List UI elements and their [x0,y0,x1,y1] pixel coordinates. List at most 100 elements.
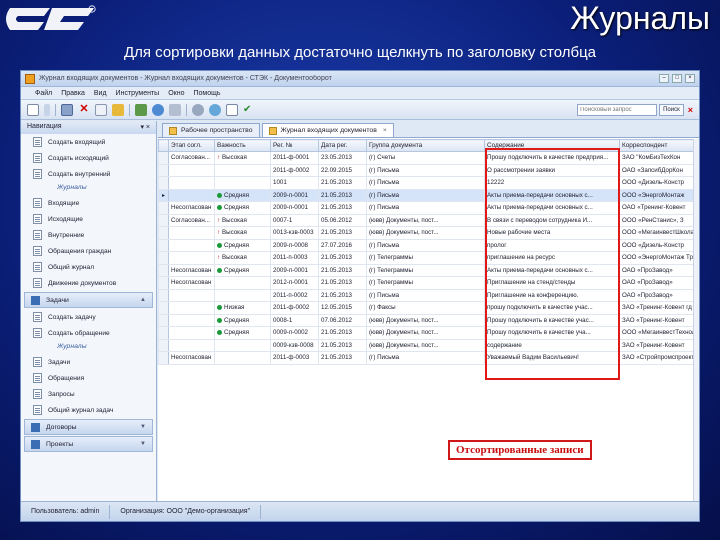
table-row[interactable]: Средняя 0008-1 07.06.2012 (ювв) Документы, … [158,313,699,327]
column-header-importance[interactable]: Важность [214,139,271,152]
table-cell: 2011-п-0003 [270,251,319,265]
save-icon[interactable] [61,103,73,116]
menu-edit[interactable]: Правка [61,90,85,97]
row-indicator[interactable] [158,313,169,327]
nav-section-projects[interactable]: Проекты ▼ [24,436,153,452]
column-header-content[interactable]: Содержание [484,139,620,152]
table-row[interactable]: ↑ Высокая 0013-кзв-0003 21.05.2013 (ювв) Док… [158,226,699,240]
row-indicator[interactable]: ▸ [158,188,169,202]
table-cell: содержание [484,338,620,352]
table-row[interactable]: Несогласован Средняя 2009-п-0001 21.05.2013… [158,263,699,277]
nav-create-appeal[interactable]: Создать обращение [21,325,156,341]
nav-general-task-journal[interactable]: Общий журнал задач [21,402,156,418]
table-row[interactable]: 2011-ф-0002 22.09.2015 (г) Письма О рассмот… [158,163,699,177]
row-indicator[interactable] [158,351,169,365]
delete-icon[interactable]: ✕ [78,103,90,116]
table-cell: 1001 [270,176,319,190]
row-indicator[interactable] [158,338,169,352]
tab-workspace[interactable]: Рабочее пространство [162,123,260,137]
document-icon[interactable] [226,103,238,116]
menu-view[interactable]: Вид [94,90,107,97]
search-input[interactable] [577,103,658,116]
row-indicator[interactable] [158,263,169,277]
table-row[interactable]: Согласован... ↑ Высокая 2011-ф-0001 23.05.20… [158,151,699,165]
table-cell: 21.05.2013 [318,351,367,365]
minimize-button[interactable]: – [659,74,669,83]
refresh-icon[interactable] [152,103,164,116]
nav-group-journals: Журналы [57,184,87,191]
table-row[interactable]: ▸ Средняя 2009-п-0001 21.05.2013 (г) Письма А… [158,188,699,202]
row-indicator[interactable] [158,288,169,302]
table-row[interactable]: Средняя 2009-п-0008 27.07.2016 (г) Письма пр… [158,238,699,252]
search-button[interactable]: Поиск [659,103,684,116]
table-row[interactable]: Несогласован 2012-п-0001 21.05.2013 (г) Тел… [158,276,699,290]
row-indicator[interactable] [158,151,169,165]
vertical-scrollbar[interactable] [693,139,699,503]
table-row[interactable]: Несогласован Средняя 2009-п-0001 21.05.2013… [158,201,699,215]
approve-icon[interactable]: ✔ [243,104,255,116]
row-indicator[interactable] [158,213,169,227]
table-row[interactable]: 0009-кзв-0008 21.05.2013 (ювв) Документы, … [158,338,699,352]
close-journal-icon[interactable]: × [688,105,693,115]
row-indicator[interactable] [158,176,169,190]
menu-tools[interactable]: Инструменты [116,90,160,97]
dropdown-arrow-icon[interactable] [44,103,50,116]
nav-section-contracts[interactable]: Договоры ▼ [24,419,153,435]
nav-journal-appeals[interactable]: Обращения граждан [21,243,156,259]
menu-file[interactable]: Файл [35,90,52,97]
nav-journal-incoming[interactable]: Входящие [21,195,156,211]
nav-journal-internal[interactable]: Внутренние [21,227,156,243]
column-header-doc-group[interactable]: Группа документа [366,139,485,152]
table-row[interactable]: ↑ Высокая 2011-п-0003 21.05.2013 (г) Телегра… [158,251,699,265]
column-header-correspondent[interactable]: Корреспондент [619,139,699,152]
row-indicator[interactable] [158,163,169,177]
nav-pin-controls[interactable]: ▾ × [140,123,150,132]
nav-create-incoming[interactable]: Создать входящий [21,134,156,150]
row-indicator[interactable] [158,251,169,265]
tab-incoming-journal[interactable]: Журнал входящих документов × [261,123,394,137]
table-cell: (г) Письма [366,163,485,177]
row-indicator[interactable] [158,326,169,340]
table-row[interactable]: Несогласован 2011-ф-0003 21.05.2013 (г) Пис… [158,351,699,365]
table-cell: (г) Письма [366,288,485,302]
stek-logo: R [6,5,96,30]
status-bar: Пользователь: admin Организация: ООО "Де… [21,501,699,521]
table-row[interactable]: Согласован... ↑ Высокая 0007-1 05.06.2012 (юв… [158,213,699,227]
properties-icon[interactable] [95,103,107,116]
row-indicator[interactable] [158,201,169,215]
table-row[interactable]: 1001 21.05.2013 (г) Письма 12222 ООО «Дизель… [158,176,699,190]
menu-help[interactable]: Помощь [193,90,220,97]
table-row[interactable]: 2011-п-0002 21.05.2013 (г) Письма Приглашен… [158,288,699,302]
column-header-reg-number[interactable]: Рег. № [270,139,319,152]
table-row[interactable]: Средняя 0009-п-0002 21.05.2013 (ювв) Докуме… [158,326,699,340]
settings-icon[interactable] [192,103,204,116]
export-icon[interactable] [135,103,147,116]
nav-create-outgoing[interactable]: Создать исходящий [21,150,156,166]
menu-window[interactable]: Окно [168,90,184,97]
nav-create-task[interactable]: Создать задачу [21,309,156,325]
nav-create-internal[interactable]: Создать внутренний [21,166,156,182]
table-cell: (г) Письма [366,351,485,365]
filter-icon[interactable] [112,103,124,116]
table-cell: 07.06.2012 [318,313,367,327]
close-tab-icon[interactable]: × [383,127,387,134]
close-window-button[interactable]: × [685,74,695,83]
row-indicator[interactable] [158,238,169,252]
nav-requests[interactable]: Запросы [21,386,156,402]
nav-journal-general[interactable]: Общий журнал [21,259,156,275]
row-indicator[interactable] [158,301,169,315]
nav-journal-outgoing[interactable]: Исходящие [21,211,156,227]
nav-document-movement[interactable]: Движение документов [21,275,156,291]
nav-tasks[interactable]: Задачи [21,354,156,370]
table-row[interactable]: Низкая 2011-ф-0002 12.05.2015 (г) Факсы прош… [158,301,699,315]
column-header-approval[interactable]: Этап согл. [168,139,215,152]
column-header-reg-date[interactable]: Дата рег. [318,139,367,152]
nav-section-tasks[interactable]: Задачи ▲ [24,292,153,308]
nav-appeals[interactable]: Обращения [21,370,156,386]
history-icon[interactable] [209,103,221,116]
maximize-button[interactable]: □ [672,74,682,83]
row-indicator[interactable] [158,226,169,240]
print-icon[interactable] [169,103,181,116]
new-document-icon[interactable] [27,103,39,116]
row-indicator[interactable] [158,276,169,290]
